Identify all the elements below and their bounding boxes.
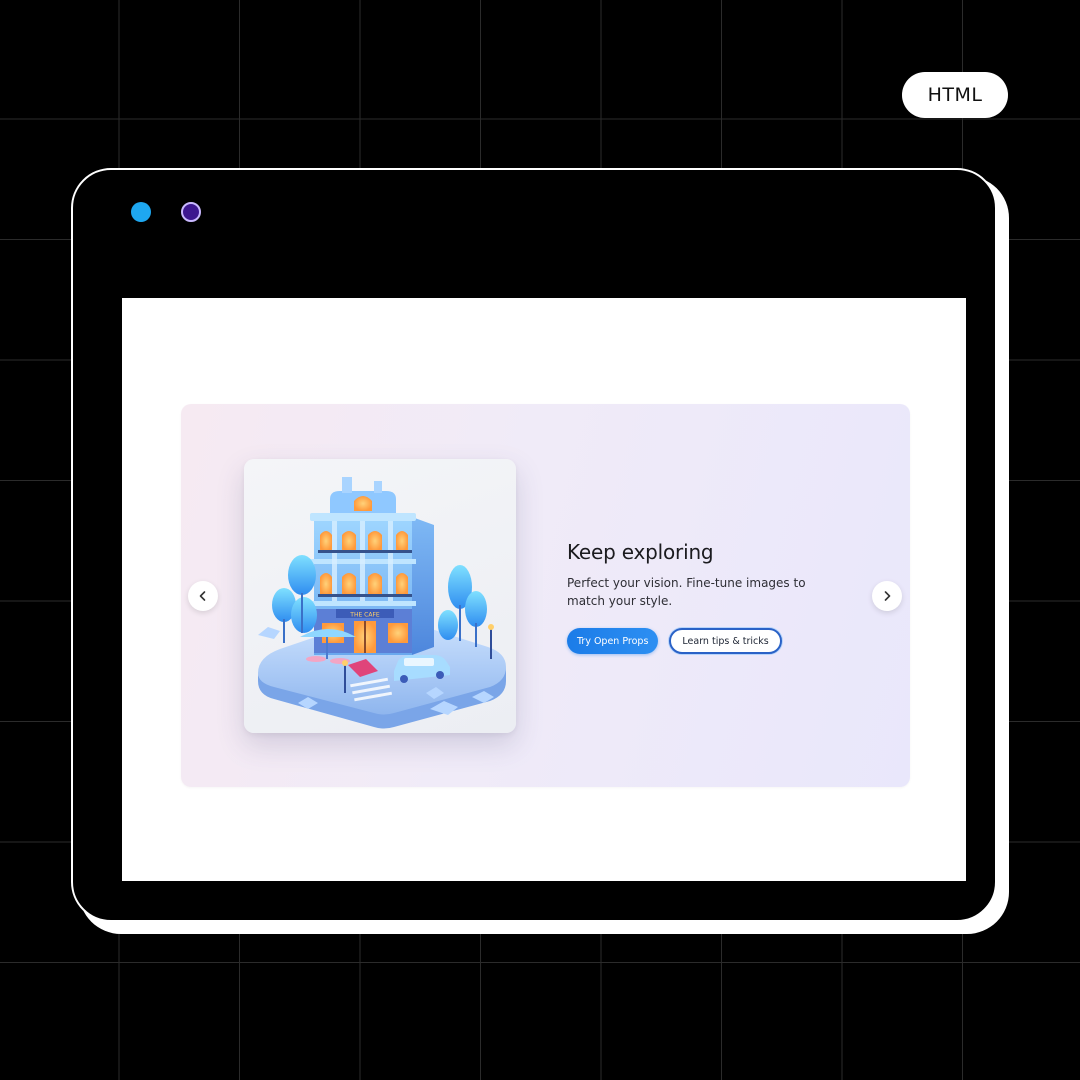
learn-tips-button[interactable]: Learn tips & tricks [669,628,782,654]
carousel-actions: Try Open Props Learn tips & tricks [567,628,847,654]
html-badge: HTML [902,72,1008,118]
carousel-card: THE CAFE Keep exploring Perfect your vis… [181,404,910,787]
chevron-left-icon [199,591,206,601]
carousel-image: THE CAFE [244,459,516,733]
window-dot-purple [181,202,201,222]
carousel-prev-button[interactable] [188,581,218,611]
carousel-description: Perfect your vision. Fine-tune images to… [567,576,806,608]
window-dot-blue [131,202,151,222]
chevron-right-icon [884,591,891,601]
carousel-title: Keep exploring [567,540,714,564]
page-viewport: THE CAFE Keep exploring Perfect your vis… [122,298,966,881]
carousel-content: Keep exploring Perfect your vision. Fine… [567,540,847,654]
isometric-building-illustration: THE CAFE [258,477,506,729]
carousel-next-button[interactable] [872,581,902,611]
cafe-sign-text: THE CAFE [349,612,380,619]
try-open-props-button[interactable]: Try Open Props [567,628,659,654]
